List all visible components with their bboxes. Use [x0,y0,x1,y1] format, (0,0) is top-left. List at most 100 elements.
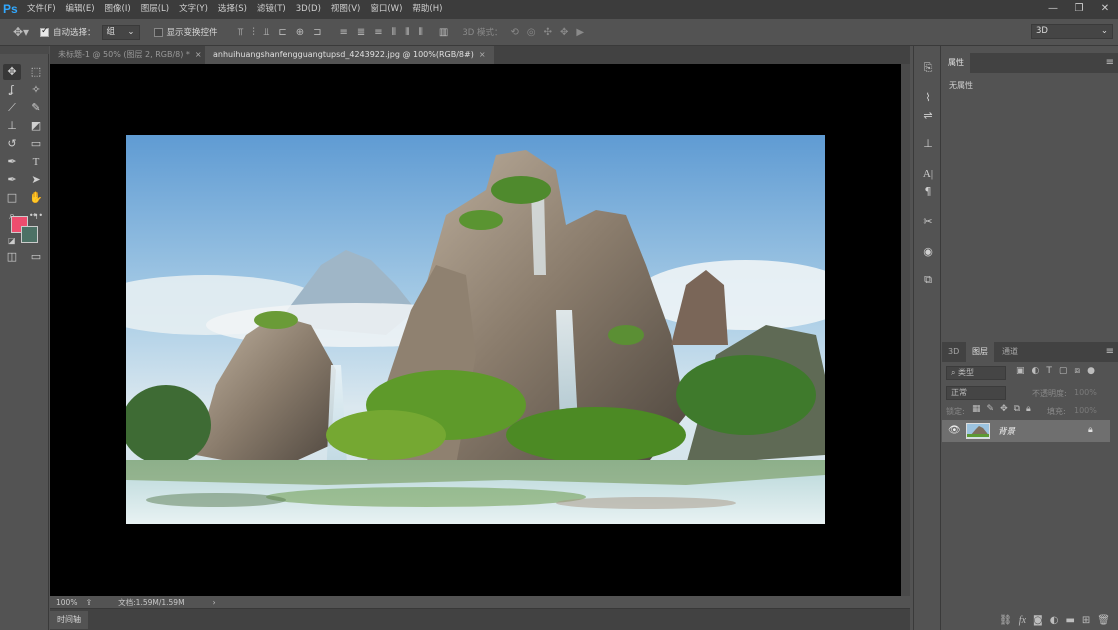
align-bottom-icon[interactable]: ⫫ [264,27,270,38]
tool-presets-panel-icon[interactable]: ✂ [920,214,936,230]
distribute-top-icon[interactable]: ≡ [339,27,347,38]
layer-name[interactable]: 背景 [998,425,1015,437]
close-icon[interactable]: × [479,50,486,59]
tab-huangshan-jpg[interactable]: anhuihuangshanfengguangtupsd_4243922.jpg… [205,46,494,64]
lock-transparency-icon[interactable]: ▦ [972,404,981,414]
3d-panel-icon[interactable]: ◉ [920,244,936,260]
tab-timeline[interactable]: 时间轴 [50,611,88,629]
link-layers-icon[interactable]: ⛓ [999,615,1012,626]
brush-panel-icon[interactable]: ⌇ [920,90,936,106]
status-menu-arrow-icon[interactable]: › [213,598,216,607]
slide-3d-icon[interactable]: ✥ [560,27,568,38]
menu-type[interactable]: 文字(Y) [174,0,213,19]
fx-icon[interactable]: fx [1019,615,1026,626]
adjustment-layer-icon[interactable]: ◐ [1050,615,1059,626]
tab-properties[interactable]: 属性 [942,53,970,73]
align-right-icon[interactable]: ⊐ [313,27,321,38]
workspace-dropdown[interactable]: 3D ⌄ [1031,24,1113,39]
auto-select-dropdown[interactable]: 组 ⌄ [101,24,140,40]
eraser-tool-icon[interactable]: ◩ [27,118,45,134]
close-button[interactable]: ✕ [1092,0,1118,19]
move-tool-preset-icon[interactable]: ✥▾ [8,25,34,39]
visibility-eye-icon[interactable]: 👁︎ [948,425,961,436]
clone-source-panel-icon[interactable]: ⊥ [920,136,936,152]
menu-edit[interactable]: 编辑(E) [61,0,100,19]
history-brush-tool-icon[interactable]: ↺ [3,136,21,152]
scale-3d-icon[interactable]: ▶ [576,27,584,38]
menu-filter[interactable]: 滤镜(T) [252,0,291,19]
tab-3d[interactable]: 3D [942,342,965,362]
menu-layer[interactable]: 图层(L) [136,0,174,19]
lock-position-icon[interactable]: ✥ [1000,404,1008,414]
lock-artboard-icon[interactable]: ⧉ [1014,404,1020,414]
brush-tool-icon[interactable]: ✎ [27,100,45,116]
character-panel-icon[interactable]: A| [920,166,936,182]
distribute-bottom-icon[interactable]: ≡ [374,27,382,38]
pen-path-tool-icon[interactable]: ✒ [3,172,21,188]
distribute-right-icon[interactable]: ⦀ [418,27,422,38]
minimize-button[interactable]: — [1040,0,1066,19]
new-group-icon[interactable]: ▬ [1065,615,1074,626]
menu-help[interactable]: 帮助(H) [407,0,447,19]
shape-filter-icon[interactable]: ▢ [1059,366,1068,376]
menu-image[interactable]: 图像(I) [100,0,136,19]
align-top-icon[interactable]: ⫪ [238,27,244,38]
type-tool-icon[interactable]: T [27,154,45,170]
panel-menu-icon[interactable]: ≡ [1106,53,1114,73]
align-hcenter-icon[interactable]: ⊕ [296,27,304,38]
toolbar-grip[interactable] [0,46,49,54]
type-filter-icon[interactable]: T [1046,366,1052,376]
paragraph-panel-icon[interactable]: ¶ [920,184,936,200]
swap-colors-icon[interactable]: ↰ [32,212,39,221]
menu-file[interactable]: 文件(F) [22,0,61,19]
path-select-tool-icon[interactable]: ➤ [27,172,45,188]
tab-channels[interactable]: 通道 [996,342,1024,362]
export-icon[interactable]: ⇪ [85,598,92,607]
new-layer-icon[interactable]: ⊞ [1082,615,1090,626]
zoom-level[interactable]: 100% [56,598,77,607]
opacity-value[interactable]: 100% [1074,388,1097,397]
history-panel-icon[interactable]: ⎘ [920,60,936,76]
orbit-3d-icon[interactable]: ⟲ [510,27,518,38]
tab-untitled-1[interactable]: 未标题-1 @ 50% (图层 2, RGB/8) * × [50,46,210,64]
pen-tool-icon[interactable]: ✒ [3,154,21,170]
background-color-swatch[interactable] [21,226,38,243]
layer-row-background[interactable]: 👁︎ 背景 🔒︎ [942,420,1110,442]
rectangle-tool-icon[interactable]: □ [3,190,21,206]
marquee-tool-icon[interactable]: ⬚ [27,64,45,80]
distribute-hcenter-icon[interactable]: ⦀ [405,27,409,38]
blend-mode-dropdown[interactable]: 正常 [946,386,1006,400]
auto-select-checkbox[interactable] [40,26,49,37]
pixel-filter-icon[interactable]: ▣ [1016,366,1025,376]
menu-3d[interactable]: 3D(D) [291,0,326,19]
tab-layers[interactable]: 图层 [966,342,994,362]
gradient-tool-icon[interactable]: ▭ [27,136,45,152]
delete-layer-icon[interactable]: 🗑︎ [1097,615,1110,626]
lock-pixels-icon[interactable]: ✎ [987,404,995,414]
hand-tool-icon[interactable]: ✋ [27,190,45,206]
stamp-tool-icon[interactable]: ⊥ [3,118,21,134]
menu-select[interactable]: 选择(S) [213,0,252,19]
auto-align-icon[interactable]: ▥ [439,27,448,38]
close-icon[interactable]: × [195,50,202,59]
vertical-scrollbar[interactable] [901,64,910,596]
roll-3d-icon[interactable]: ◎ [527,27,536,38]
drag-3d-icon[interactable]: ✣ [544,27,552,38]
default-colors-icon[interactable]: ◪ [8,236,16,245]
smart-object-filter-icon[interactable]: ⧈ [1074,366,1080,376]
align-vcenter-icon[interactable]: ⫶ [252,27,255,38]
menu-window[interactable]: 窗口(W) [365,0,407,19]
adjustment-filter-icon[interactable]: ◐ [1032,366,1040,376]
magic-wand-tool-icon[interactable]: ✧ [27,82,45,98]
panel-menu-icon[interactable]: ≡ [1106,342,1114,362]
canvas-area[interactable] [50,64,901,596]
eyedropper-tool-icon[interactable]: ⟋ [3,100,21,116]
distribute-vcenter-icon[interactable]: ≣ [357,27,365,38]
filter-toggle-icon[interactable]: ● [1087,366,1095,376]
align-left-icon[interactable]: ⊏ [278,27,286,38]
screen-mode-icon[interactable]: ▭ [27,249,45,265]
show-transform-checkbox[interactable] [153,27,163,37]
adjustments-panel-icon[interactable]: ⇌ [920,108,936,124]
lock-all-icon[interactable]: 🔒︎ [1026,404,1031,414]
restore-button[interactable]: ❐ [1066,0,1092,19]
